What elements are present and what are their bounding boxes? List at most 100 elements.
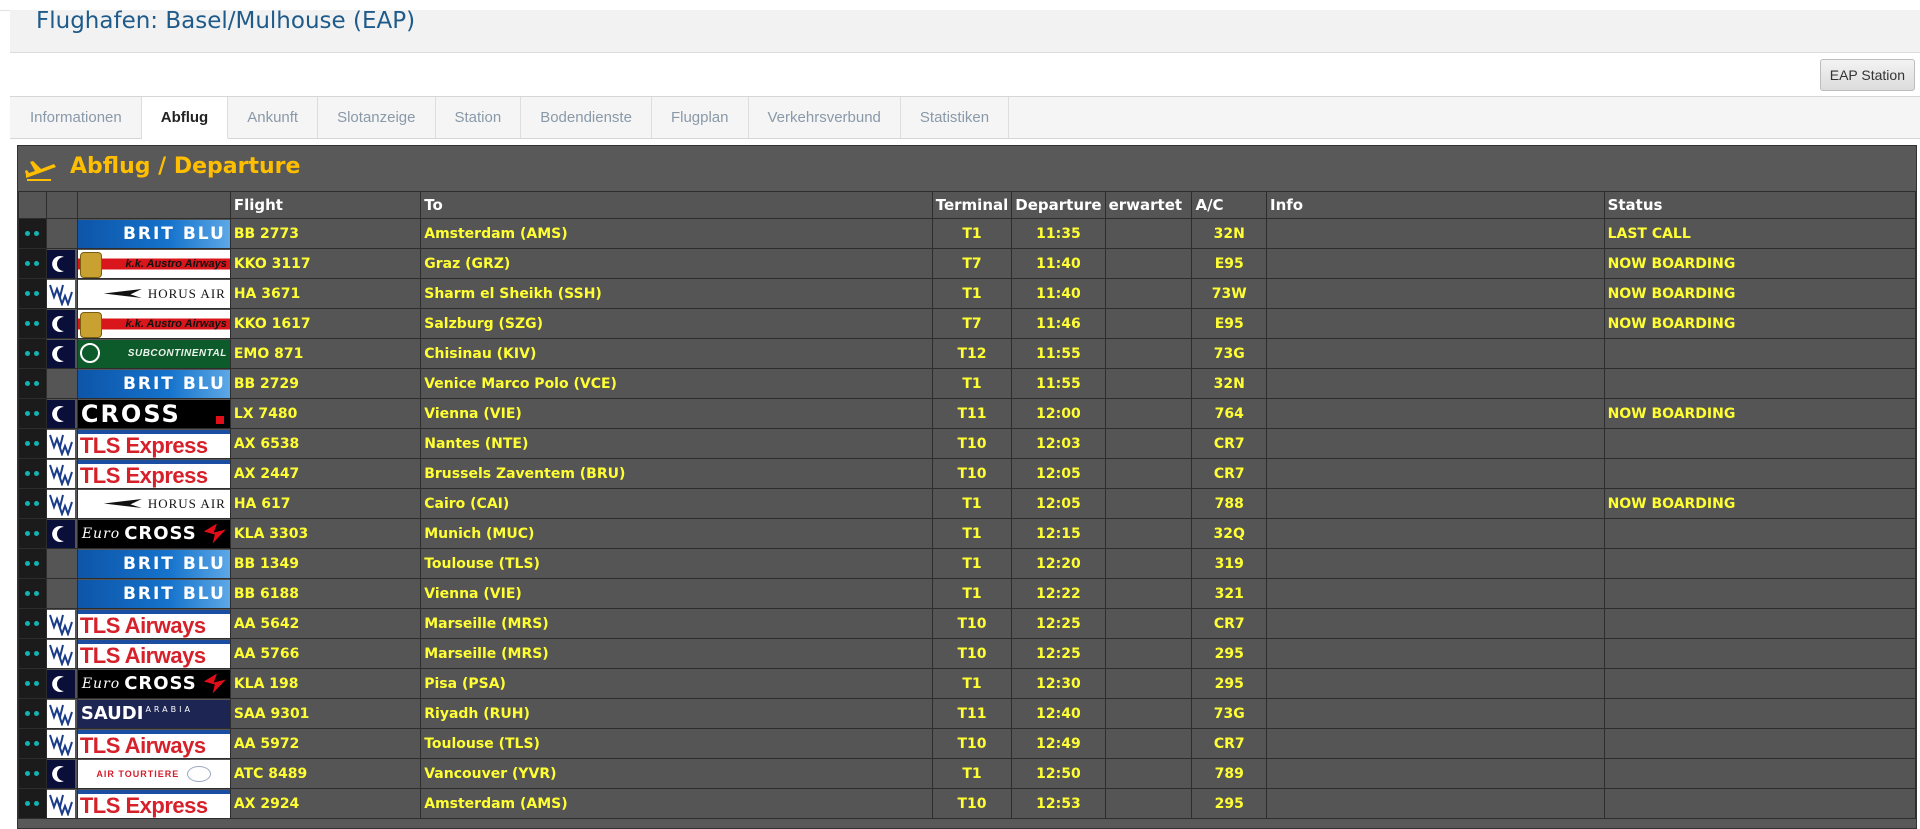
airline-logo-tls: TLS Airways	[78, 729, 230, 758]
table-row[interactable]: BRIT BLU BB 2773 Amsterdam (AMS) T1 11:35 32N…	[18, 218, 1917, 249]
tab-abflug[interactable]: Abflug	[141, 97, 229, 139]
tab-station[interactable]: Station	[436, 97, 522, 138]
table-row[interactable]: TLS Express AX 2924 Amsterdam (AMS) T10 12:5…	[18, 788, 1917, 819]
header-ac: A/C	[1191, 191, 1267, 219]
tab-informationen[interactable]: Informationen	[10, 97, 142, 138]
header-departure: Departure	[1011, 191, 1106, 219]
departure-time: 12:00	[1011, 398, 1106, 429]
airline-name: SUBCONTINENTAL	[127, 348, 227, 359]
aircraft-type: CR7	[1191, 458, 1267, 489]
table-row[interactable]: Euro CROSS KLA 198 Pisa (PSA) T1 12:30 295	[18, 668, 1917, 699]
alliance-crescent-icon	[47, 249, 75, 278]
alliance-ww-icon	[47, 489, 75, 518]
indicator-lights-icon	[19, 310, 45, 338]
departure-board: Abflug / Departure Flight To Terminal De…	[17, 145, 1917, 829]
airline-suffix: ARABIA	[145, 704, 193, 714]
tab-bodendienste[interactable]: Bodendienste	[521, 97, 652, 138]
tab-statistiken[interactable]: Statistiken	[901, 97, 1010, 138]
flight-status	[1603, 728, 1917, 759]
flight-number: ATC 8489	[229, 758, 422, 789]
table-row[interactable]: BRIT BLU BB 2729 Venice Marco Polo (VCE) T1…	[18, 368, 1917, 399]
info	[1265, 338, 1605, 369]
table-row[interactable]: AIR TOURTIERE ATC 8489 Vancouver (YVR) T1 12…	[18, 758, 1917, 789]
flight-number: HA 617	[229, 488, 422, 519]
airline-logo-eurocross: Euro CROSS	[78, 519, 230, 548]
destination: Brussels Zaventem (BRU)	[420, 458, 933, 489]
table-row[interactable]: TLS Express AX 6538 Nantes (NTE) T10 12:03 CR…	[18, 428, 1917, 459]
airline-name: TLS Express	[79, 792, 208, 818]
table-row[interactable]: TLS Airways AA 5766 Marseille (MRS) T10 12:2…	[18, 638, 1917, 669]
table-row[interactable]: BRIT BLU BB 6188 Vienna (VIE) T1 12:22 321	[18, 578, 1917, 609]
alliance-cell	[45, 638, 78, 669]
indicator-lights-icon	[19, 490, 45, 518]
flight-number: KLA 198	[229, 668, 422, 699]
table-row[interactable]: TLS Express AX 2447 Brussels Zaventem (BRU…	[18, 458, 1917, 489]
airline-logo: CROSS	[76, 398, 231, 429]
departure-time: 11:55	[1011, 338, 1106, 369]
table-row[interactable]: SUBCONTINENTAL EMO 871 Chisinau (KIV) T12 11…	[18, 338, 1917, 369]
aircraft-type: CR7	[1191, 608, 1267, 639]
aircraft-type: 73G	[1191, 338, 1267, 369]
indicator-lights-icon	[19, 760, 45, 788]
aircraft-type: 73W	[1191, 278, 1267, 309]
terminal: T11	[931, 398, 1013, 429]
flight-number: LX 7480	[229, 398, 422, 429]
table-row[interactable]: Euro CROSS KLA 3303 Munich (MUC) T1 12:15 32Q	[18, 518, 1917, 549]
airline-prefix: Euro	[81, 525, 121, 542]
indicator-lights-icon	[19, 250, 45, 278]
departure-time: 11:40	[1011, 278, 1106, 309]
table-row[interactable]: k.k. Austro Airways KKO 3117 Graz (GRZ) T7 1…	[18, 248, 1917, 279]
red-square-icon	[215, 415, 224, 424]
terminal: T12	[931, 338, 1013, 369]
alliance-cell	[45, 458, 78, 489]
terminal: T1	[931, 758, 1013, 789]
status-indicator	[18, 608, 47, 639]
flight-number: AA 5766	[229, 638, 422, 669]
info	[1265, 758, 1605, 789]
flight-number: BB 2773	[229, 218, 422, 249]
flight-status	[1603, 668, 1917, 699]
table-row[interactable]: SAUDI ARABIA SAA 9301 Riyadh (RUH) T11 12:40 7…	[18, 698, 1917, 729]
table-header-row: Flight To Terminal Departure erwartet A/…	[18, 191, 1917, 219]
alliance-crescent-icon	[47, 339, 75, 368]
table-row[interactable]: BRIT BLU BB 1349 Toulouse (TLS) T1 12:20 319	[18, 548, 1917, 579]
airline-logo-eurocross: Euro CROSS	[78, 669, 230, 698]
aircraft-type: 319	[1191, 548, 1267, 579]
destination: Vienna (VIE)	[420, 398, 933, 429]
flight-status	[1603, 458, 1917, 489]
tab-verkehrsverbund[interactable]: Verkehrsverbund	[749, 97, 901, 138]
departure-time: 12:20	[1011, 548, 1106, 579]
table-row[interactable]: TLS Airways AA 5642 Marseille (MRS) T10 12:2…	[18, 608, 1917, 639]
table-row[interactable]: HORUS AIR HA 3671 Sharm el Sheikh (SSH) T1 1…	[18, 278, 1917, 309]
airline-logo: TLS Express	[76, 788, 231, 819]
alliance-cell	[45, 758, 78, 789]
station-button[interactable]: EAP Station	[1819, 59, 1915, 91]
expected-time	[1104, 518, 1193, 549]
terminal: T1	[931, 488, 1013, 519]
airline-logo: k.k. Austro Airways	[76, 248, 231, 279]
aircraft-type: 295	[1191, 668, 1267, 699]
aircraft-type: 32N	[1191, 218, 1267, 249]
airline-logo: TLS Express	[76, 458, 231, 489]
info	[1265, 398, 1605, 429]
red-bird-icon	[203, 673, 226, 694]
table-row[interactable]: TLS Airways AA 5972 Toulouse (TLS) T10 12:49…	[18, 728, 1917, 759]
expected-time	[1104, 698, 1193, 729]
terminal: T10	[931, 608, 1013, 639]
indicator-lights-icon	[19, 700, 45, 728]
airline-name: TLS Airways	[79, 612, 206, 638]
airline-logo: TLS Airways	[76, 608, 231, 639]
table-row[interactable]: CROSS LX 7480 Vienna (VIE) T11 12:00 764 NOW B…	[18, 398, 1917, 429]
airline-name: BRIT BLU	[122, 583, 226, 604]
alliance-cell	[45, 398, 78, 429]
info	[1265, 218, 1605, 249]
table-row[interactable]: HORUS AIR HA 617 Cairo (CAI) T1 12:05 788 NOW …	[18, 488, 1917, 519]
status-indicator	[18, 308, 47, 339]
board-title-bar: Abflug / Departure	[18, 146, 1916, 191]
airline-name: TLS Airways	[79, 732, 206, 758]
table-row[interactable]: k.k. Austro Airways KKO 1617 Salzburg (SZG…	[18, 308, 1917, 339]
tab-slotanzeige[interactable]: Slotanzeige	[318, 97, 436, 138]
tab-flugplan[interactable]: Flugplan	[652, 97, 749, 138]
destination: Salzburg (SZG)	[420, 308, 933, 339]
tab-ankunft[interactable]: Ankunft	[228, 97, 319, 138]
